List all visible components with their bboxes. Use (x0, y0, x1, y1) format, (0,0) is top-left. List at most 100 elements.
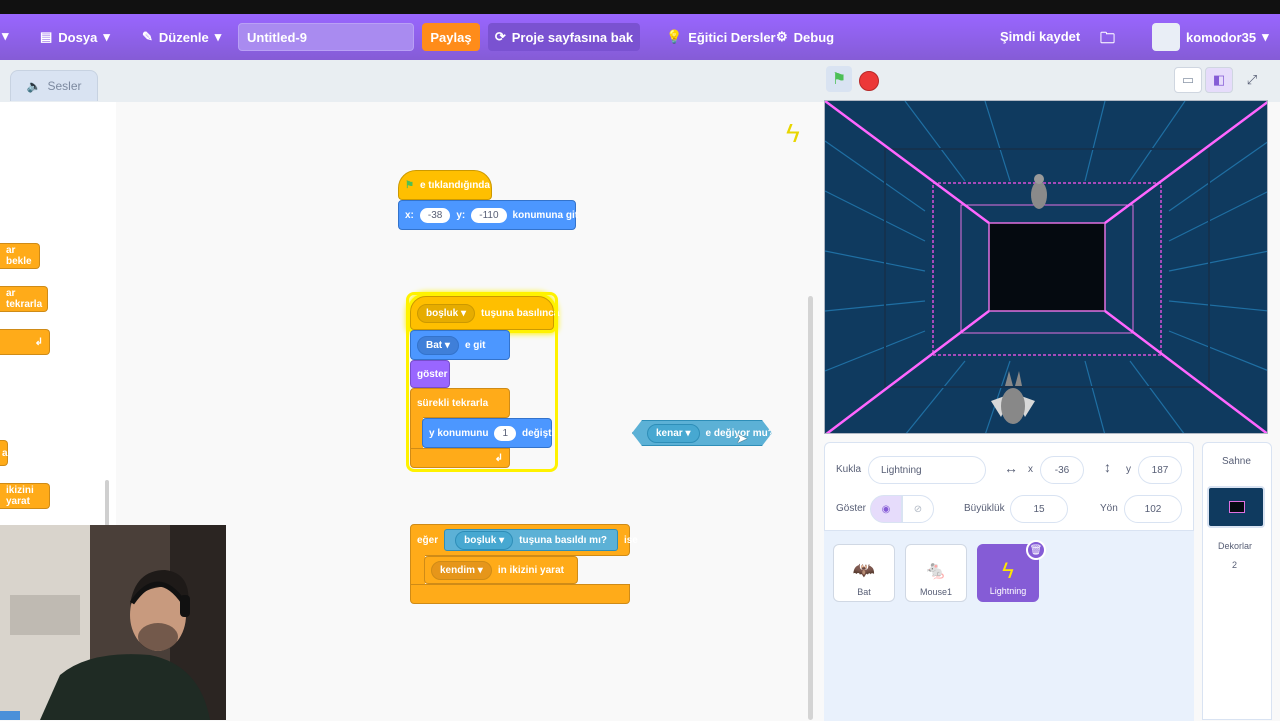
eye-slash-icon: ⊘ (913, 503, 923, 515)
backdrops-count: 2 (1232, 560, 1238, 570)
project-title-input[interactable] (238, 23, 414, 51)
forever-block[interactable]: sürekli tekrarla (410, 388, 510, 418)
dropdown-value: boşluk (464, 534, 497, 546)
go-to-sprite-block[interactable]: Bat ▾ e git (410, 330, 510, 360)
show-hidden-button[interactable]: ⊘ (902, 495, 934, 523)
sprite-tile-label: Lightning (989, 586, 1027, 596)
tab-sounds[interactable]: 🔈 Sesler (10, 70, 98, 101)
direction-value: 102 (1144, 503, 1162, 515)
green-flag-icon: ⚑ (831, 71, 847, 88)
palette-block-clone[interactable]: ikizini yarat (0, 483, 50, 509)
x-value: -36 (1054, 464, 1070, 476)
size-value: 15 (1033, 503, 1045, 515)
debug-label: Debug (793, 29, 835, 45)
stop-button[interactable] (859, 71, 879, 91)
account-menu[interactable]: komodor35 ▾ (1152, 23, 1269, 51)
clone-dropdown[interactable]: kendim ▾ (431, 560, 492, 580)
file-menu[interactable]: ▤ Dosya ▾ (40, 29, 110, 45)
green-flag-icon: ⚑ (405, 179, 414, 191)
webcam-overlay (0, 525, 226, 720)
palette-scrollbar[interactable] (105, 480, 109, 526)
debug-menu[interactable]: ⚙ Debug (776, 29, 834, 45)
touching-dropdown[interactable]: kenar ▾ (647, 424, 700, 443)
small-stage-icon: ▭ (1181, 72, 1195, 87)
folder-icon[interactable]: 🗀 (1100, 28, 1115, 53)
editor-tabs-bar (0, 60, 816, 103)
trash-icon: 🗑 (1029, 544, 1043, 556)
x-arrows-icon: ↔ (1004, 460, 1018, 476)
key-pressed-condition[interactable]: boşluk ▾ tuşuna basıldı mı? (444, 529, 618, 551)
sprite-tile-label: Bat (857, 587, 871, 597)
show-block[interactable]: göster (410, 360, 450, 388)
stage-selector-panel[interactable] (1202, 442, 1272, 720)
tutorials-menu[interactable]: 💡 Eğitici Dersler (666, 29, 776, 45)
create-clone-block[interactable]: kendim ▾ in ikizini yarat (424, 556, 578, 584)
save-now-label: Şimdi kaydet (1000, 29, 1081, 44)
change-y-block[interactable]: y konumunu 1 değiştir (422, 418, 558, 448)
x-value-input[interactable]: -38 (419, 207, 451, 223)
change-y-value-input[interactable]: 1 (494, 425, 517, 441)
sprite-tile-mouse1[interactable]: 🐁 Mouse1 (905, 544, 967, 602)
lightbulb-icon: 💡 (666, 29, 683, 44)
sprite-name-input[interactable] (868, 456, 986, 484)
file-icon: ▤ (40, 29, 53, 44)
key-dropdown[interactable]: boşluk ▾ (417, 303, 476, 323)
username-label: komodor35 (1186, 29, 1257, 45)
workspace-scrollbar[interactable] (808, 296, 813, 720)
loop-arrow-icon: ↲ (34, 336, 43, 348)
edit-menu[interactable]: ✎ Düzenle ▾ (142, 29, 221, 45)
palette-block-partial[interactable]: a (0, 440, 8, 466)
stage[interactable] (824, 100, 1268, 434)
palette-block-wait[interactable]: ar bekle (0, 243, 40, 269)
touching-block[interactable]: kenar ▾ e değiyor mu? (632, 420, 772, 446)
if-block[interactable]: eğer boşluk ▾ tuşuna basıldı mı? ise (410, 524, 638, 556)
x-label: x (1028, 464, 1033, 475)
small-stage-button[interactable]: ▭ (1174, 67, 1202, 93)
direction-label: Yön (1100, 503, 1118, 514)
chevron-down-icon[interactable]: ▾ (2, 28, 9, 44)
eye-icon: ◉ (881, 503, 891, 515)
sprite-tile-bat[interactable]: 🦇 Bat (833, 544, 895, 602)
save-now-button[interactable]: Şimdi kaydet (1000, 29, 1080, 44)
tab-sounds-label: Sesler (47, 79, 82, 93)
green-flag-button[interactable]: ⚑ (826, 66, 852, 92)
see-project-page-button[interactable]: ⟳ Proje sayfasına bak (488, 23, 640, 51)
lightning-sprite-icon: ϟ (786, 118, 800, 148)
bug-icon: ⚙ (776, 29, 788, 44)
block-label: y: (456, 209, 466, 221)
show-visible-button[interactable]: ◉ (870, 495, 902, 523)
dropdown-value: boşluk (426, 307, 459, 319)
y-value-input[interactable]: -110 (471, 207, 507, 223)
sprite-dropdown[interactable]: Bat ▾ (417, 335, 459, 355)
if-block-arm (410, 555, 425, 585)
palette-block-repeat[interactable]: ar tekrarla (0, 286, 48, 312)
x-input[interactable]: -36 (1040, 456, 1084, 484)
cursor-icon: ➤ (736, 430, 748, 446)
speaker-icon: 🔈 (26, 79, 42, 93)
dropdown-value: Bat (426, 339, 443, 351)
loop-arrow-icon: ↲ (494, 452, 503, 464)
when-flag-clicked-block[interactable]: ⚑ e tıklandığında (398, 170, 492, 200)
stage-thumbnail[interactable] (1207, 486, 1265, 528)
direction-input[interactable]: 102 (1124, 495, 1182, 523)
block-label: göster (417, 368, 448, 380)
delete-sprite-button[interactable]: 🗑 (1026, 540, 1046, 560)
mouse-thumbnail-icon: 🐁 (924, 560, 948, 580)
stage-thumbnail-center (1229, 501, 1245, 513)
tutorials-label: Eğitici Dersler (688, 29, 776, 45)
edit-menu-label: Düzenle (158, 29, 209, 45)
forever-block-end: ↲ (410, 448, 510, 468)
y-input[interactable]: 187 (1138, 456, 1182, 484)
normal-stage-button[interactable]: ◧ (1205, 67, 1233, 93)
go-to-xy-block[interactable]: x: -38 y: -110 konumuna git (398, 200, 578, 230)
size-label: Büyüklük (964, 503, 1005, 514)
fullscreen-button[interactable]: ⤢ (1238, 67, 1266, 93)
block-label: tuşuna basıldı mı? (519, 534, 607, 546)
palette-block-repeat-end[interactable]: ↲ (0, 329, 50, 355)
size-input[interactable]: 15 (1010, 495, 1068, 523)
key-dropdown[interactable]: boşluk ▾ (455, 530, 514, 550)
refresh-icon: ⟳ (494, 29, 506, 44)
share-button[interactable]: Paylaş (422, 23, 480, 51)
chevron-down-icon: ▾ (1262, 29, 1269, 44)
when-key-pressed-block[interactable]: boşluk ▾ tuşuna basılınca (410, 296, 559, 330)
